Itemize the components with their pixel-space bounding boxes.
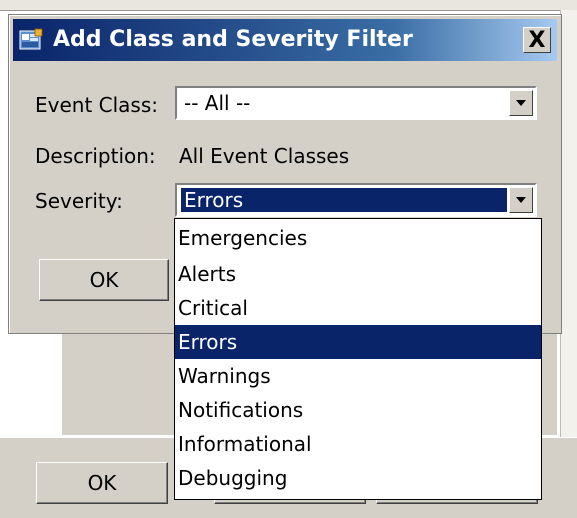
close-icon: X (528, 27, 546, 53)
severity-option[interactable]: Warnings (175, 359, 541, 393)
severity-value: Errors (181, 188, 507, 212)
app-icon (19, 28, 43, 50)
dialog-title-bar[interactable]: Add Class and Severity Filter X (13, 19, 557, 61)
chevron-down-icon (516, 197, 526, 203)
severity-dropdown-list[interactable]: Emergencies Alerts Critical Errors Warni… (174, 218, 542, 500)
background-ok-button[interactable]: OK (36, 462, 168, 504)
event-class-label: Event Class: (35, 93, 159, 117)
background-window-top-edge (0, 0, 577, 11)
ok-button-label: OK (89, 268, 119, 292)
severity-option[interactable]: Debugging (175, 461, 541, 495)
severity-option[interactable]: Alerts (175, 257, 541, 291)
severity-option[interactable]: Critical (175, 291, 541, 325)
chevron-down-icon (516, 100, 526, 106)
description-value: All Event Classes (179, 144, 350, 168)
severity-label: Severity: (35, 189, 123, 213)
severity-option[interactable]: Notifications (175, 393, 541, 427)
severity-option-selected[interactable]: Errors (175, 325, 541, 359)
severity-dropdown-button[interactable] (509, 187, 533, 213)
ok-button[interactable]: OK (39, 259, 169, 301)
dialog-title: Add Class and Severity Filter (53, 27, 413, 52)
severity-option[interactable]: Informational (175, 427, 541, 461)
event-class-value: -- All -- (184, 91, 251, 115)
event-class-select[interactable]: -- All -- (175, 86, 537, 120)
severity-select[interactable]: Errors (175, 183, 537, 217)
close-button[interactable]: X (523, 27, 551, 53)
event-class-dropdown-button[interactable] (509, 90, 533, 116)
background-ok-label: OK (87, 471, 117, 495)
severity-option[interactable]: Emergencies (175, 219, 541, 257)
description-label: Description: (35, 144, 156, 168)
